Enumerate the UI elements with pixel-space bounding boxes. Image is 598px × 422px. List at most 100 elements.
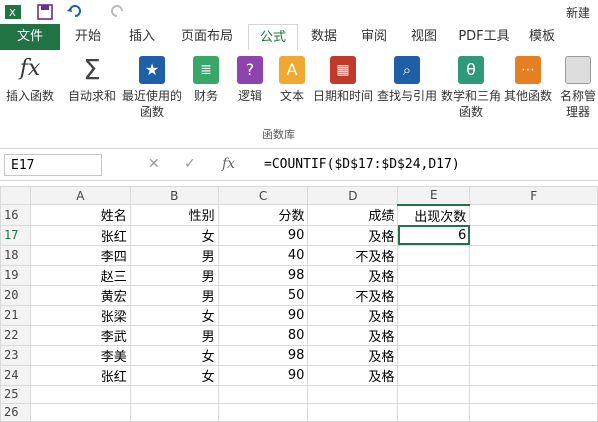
cell-a[interactable]: 姓名 xyxy=(29,204,131,226)
formula-input[interactable]: =COUNTIF($D$17:$D$24,D17) xyxy=(264,154,460,176)
cell-b[interactable]: 男 xyxy=(129,264,219,286)
cell-a[interactable]: 赵三 xyxy=(29,264,131,286)
insert-function-button[interactable]: fx 插入函数 xyxy=(4,56,56,104)
cell-b[interactable] xyxy=(129,384,219,404)
cell-f[interactable] xyxy=(469,344,598,366)
tab-data[interactable]: 数据 xyxy=(302,24,346,50)
cell-d[interactable]: 及格 xyxy=(307,344,399,366)
cell-e[interactable] xyxy=(397,364,471,386)
tab-pdf-tools[interactable]: PDF工具 xyxy=(452,24,516,50)
cell-d[interactable]: 及格 xyxy=(307,364,399,386)
row-header[interactable]: 17 xyxy=(0,224,31,246)
name-manager-button[interactable]: 名称管理器 xyxy=(560,56,596,120)
cell-f[interactable] xyxy=(469,384,598,404)
cell-a[interactable]: 李武 xyxy=(29,324,131,346)
autosum-button[interactable]: Σ 自动求和 xyxy=(64,56,120,104)
confirm-icon[interactable]: ✓ xyxy=(184,156,196,172)
column-header-f[interactable]: F xyxy=(469,186,598,205)
cell-d[interactable]: 及格 xyxy=(307,264,399,286)
cell-b[interactable] xyxy=(129,402,219,422)
cell-d[interactable]: 及格 xyxy=(307,224,399,246)
cell-e[interactable] xyxy=(397,264,471,286)
cell-a[interactable]: 黄宏 xyxy=(29,284,131,306)
cell-f[interactable] xyxy=(469,324,598,346)
cell-c[interactable]: 90 xyxy=(217,304,309,326)
cell-f[interactable] xyxy=(469,224,598,246)
cell-c[interactable]: 80 xyxy=(217,324,309,346)
tab-formulas[interactable]: 公式 xyxy=(248,24,298,52)
insert-function-icon[interactable]: fx xyxy=(222,156,235,172)
cell-c[interactable]: 90 xyxy=(217,224,309,246)
cell-c[interactable]: 50 xyxy=(217,284,309,306)
row-header[interactable]: 20 xyxy=(0,284,31,306)
select-all-corner[interactable] xyxy=(0,186,31,205)
tab-templates[interactable]: 模板 xyxy=(520,24,564,50)
cell-e[interactable] xyxy=(397,324,471,346)
row-header[interactable]: 26 xyxy=(0,402,31,422)
cell-e[interactable]: 出现次数 xyxy=(397,204,471,226)
cell-a[interactable]: 张红 xyxy=(29,364,131,386)
save-icon[interactable] xyxy=(36,3,54,21)
cell-e[interactable]: 6 xyxy=(397,224,471,246)
cell-a[interactable]: 张红 xyxy=(29,224,131,246)
cell-b[interactable]: 女 xyxy=(129,344,219,366)
row-header[interactable]: 21 xyxy=(0,304,31,326)
cell-b[interactable]: 女 xyxy=(129,364,219,386)
cell-d[interactable]: 不及格 xyxy=(307,284,399,306)
row-header[interactable]: 23 xyxy=(0,344,31,366)
cell-f[interactable] xyxy=(469,284,598,306)
date-time-button[interactable]: ▦ 日期和时间 xyxy=(312,56,374,104)
cell-b[interactable]: 女 xyxy=(129,304,219,326)
cell-a[interactable]: 李美 xyxy=(29,344,131,366)
column-header-e[interactable]: E xyxy=(397,186,471,206)
cell-c[interactable]: 98 xyxy=(217,264,309,286)
row-header[interactable]: 19 xyxy=(0,264,31,286)
tab-home[interactable]: 开始 xyxy=(64,24,112,50)
cell-a[interactable] xyxy=(29,384,131,404)
cell-c[interactable]: 90 xyxy=(217,364,309,386)
cell-a[interactable] xyxy=(29,402,131,422)
cell-e[interactable] xyxy=(397,402,471,422)
math-trig-button[interactable]: θ 数学和三角函数 xyxy=(440,56,502,120)
cell-d[interactable] xyxy=(307,402,399,422)
cell-c[interactable]: 98 xyxy=(217,344,309,366)
cell-e[interactable] xyxy=(397,384,471,404)
cell-e[interactable] xyxy=(397,344,471,366)
cell-f[interactable] xyxy=(469,364,598,386)
text-button[interactable]: A 文本 xyxy=(274,56,310,104)
cell-b[interactable]: 男 xyxy=(129,244,219,266)
undo-icon[interactable] xyxy=(66,3,84,21)
cell-d[interactable]: 成绩 xyxy=(307,204,399,226)
cell-c[interactable]: 40 xyxy=(217,244,309,266)
cell-f[interactable] xyxy=(469,304,598,326)
cell-f[interactable] xyxy=(469,264,598,286)
more-functions-button[interactable]: ⋯ 其他函数 xyxy=(502,56,554,104)
logical-button[interactable]: ? 逻辑 xyxy=(232,56,268,104)
cell-d[interactable] xyxy=(307,384,399,404)
cell-f[interactable] xyxy=(469,244,598,266)
lookup-reference-button[interactable]: ⌕ 查找与引用 xyxy=(376,56,438,104)
column-header-a[interactable]: A xyxy=(29,186,131,205)
cell-f[interactable] xyxy=(469,204,598,226)
cell-a[interactable]: 李四 xyxy=(29,244,131,266)
tab-file[interactable]: 文件 xyxy=(0,24,60,50)
column-header-c[interactable]: C xyxy=(217,186,309,205)
recent-functions-button[interactable]: ★ 最近使用的函数 xyxy=(120,56,184,120)
cell-b[interactable]: 性别 xyxy=(129,204,219,226)
redo-icon[interactable] xyxy=(108,3,126,21)
tab-page-layout[interactable]: 页面布局 xyxy=(172,24,242,50)
row-header[interactable]: 25 xyxy=(0,384,31,404)
cell-c[interactable] xyxy=(217,384,309,404)
cell-b[interactable]: 女 xyxy=(129,224,219,246)
cell-d[interactable]: 不及格 xyxy=(307,244,399,266)
cell-c[interactable] xyxy=(217,402,309,422)
row-header[interactable]: 16 xyxy=(0,204,31,226)
row-header[interactable]: 24 xyxy=(0,364,31,386)
cell-a[interactable]: 张梁 xyxy=(29,304,131,326)
financial-button[interactable]: ≣ 财务 xyxy=(188,56,224,104)
cell-e[interactable] xyxy=(397,304,471,326)
column-header-d[interactable]: D xyxy=(307,186,399,205)
cell-e[interactable] xyxy=(397,244,471,266)
tab-view[interactable]: 视图 xyxy=(402,24,446,50)
cell-c[interactable]: 分数 xyxy=(217,204,309,226)
